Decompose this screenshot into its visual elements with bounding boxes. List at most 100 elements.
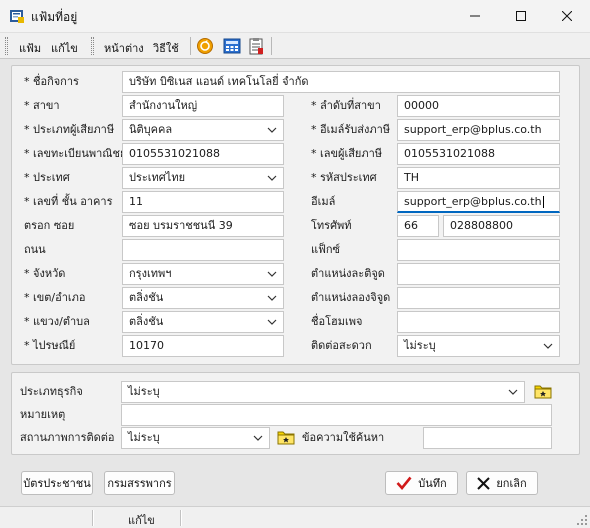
chevron-down-icon: [267, 271, 277, 277]
email-field[interactable]: support_erp@bplus.co.th: [397, 191, 560, 213]
app-icon: [10, 10, 24, 23]
search-text-label: ข้อความใช้ค้นหา: [302, 431, 385, 444]
phone-number-field[interactable]: 028808800: [443, 215, 560, 237]
email-value: support_erp@bplus.co.th: [404, 195, 542, 208]
menu-toolbar: แฟ้ม แก้ไข หน้าต่าง วิธีใช้: [0, 33, 590, 59]
email-label: อีเมล์: [311, 195, 336, 208]
fax-field[interactable]: [397, 239, 560, 261]
subdistrict-label: * แขวง/ตำบล: [24, 315, 90, 328]
latitude-label: ตำแหน่งละติจูด: [311, 267, 385, 280]
phone-area-field[interactable]: 66: [397, 215, 439, 237]
chevron-down-icon: [267, 295, 277, 301]
minimize-button[interactable]: [452, 0, 498, 32]
soi-field[interactable]: ซอย บรมราชชนนี 39: [122, 215, 284, 237]
status-divider: [92, 510, 94, 526]
province-select[interactable]: กรุงเทพฯ: [122, 263, 284, 285]
building-no-field[interactable]: 11: [122, 191, 284, 213]
subdistrict-select[interactable]: ตลิ่งชัน: [122, 311, 284, 333]
road-field[interactable]: [122, 239, 284, 261]
clipboard-icon[interactable]: [247, 37, 265, 55]
taxpayer-no-field[interactable]: 0105531021088: [397, 143, 560, 165]
refresh-icon[interactable]: [196, 37, 214, 55]
cancel-button-label: ยกเลิก: [496, 477, 527, 490]
contact-convenience-label: ติดต่อสะดวก: [311, 339, 372, 352]
district-select[interactable]: ตลิ่งชัน: [122, 287, 284, 309]
contact-status-select[interactable]: ไม่ระบุ: [121, 427, 270, 449]
folder-icon[interactable]: [277, 428, 295, 446]
id-card-button[interactable]: บัตรประชาชน: [21, 471, 93, 495]
company-name-label: * ชื่อกิจการ: [24, 75, 79, 88]
postcode-label: * ไปรษณีย์: [24, 339, 76, 352]
subdistrict-value: ตลิ่งชัน: [129, 315, 164, 328]
company-name-field[interactable]: บริษัท บิซิเนส แอนด์ เทคโนโลยี่ จำกัด: [122, 71, 560, 93]
postcode-field[interactable]: 10170: [122, 335, 284, 357]
menu-help[interactable]: วิธีใช้: [153, 39, 179, 57]
save-button[interactable]: บันทึก: [385, 471, 458, 495]
cancel-button[interactable]: ยกเลิก: [466, 471, 538, 495]
maximize-button[interactable]: [498, 0, 544, 32]
fax-label: แฟ็กซ์: [311, 243, 341, 256]
country-select[interactable]: ประเทศไทย: [122, 167, 284, 189]
close-icon: [562, 11, 572, 21]
taxpayer-type-label: * ประเภทผู้เสียภาษี: [24, 123, 115, 136]
menu-edit[interactable]: แก้ไข: [51, 39, 78, 57]
province-label: * จังหวัด: [24, 267, 66, 280]
homepage-label: ชื่อโฮมเพจ: [311, 315, 363, 328]
country-value: ประเทศไทย: [129, 171, 186, 184]
branch-field[interactable]: สำนักงานใหญ่: [122, 95, 284, 117]
registration-no-field[interactable]: 0105531021088: [122, 143, 284, 165]
taxpayer-type-value: นิติบุคคล: [129, 123, 173, 136]
province-value: กรุงเทพฯ: [129, 267, 172, 280]
contact-status-label: สถานภาพการติดต่อ: [20, 431, 115, 444]
resize-grip-icon[interactable]: [577, 515, 587, 525]
note-label: หมายเหตุ: [20, 408, 66, 421]
phone-label: โทรศัพท์: [311, 219, 352, 232]
note-field[interactable]: [121, 404, 552, 426]
longitude-label: ตำแหน่งลองจิจูด: [311, 291, 391, 304]
longitude-field[interactable]: [397, 287, 560, 309]
status-bar: แก้ไข: [0, 506, 590, 528]
folder-icon[interactable]: [534, 382, 552, 400]
country-label: * ประเทศ: [24, 171, 70, 184]
window-title: แฟ้มที่อยู่: [31, 10, 78, 24]
menu-window[interactable]: หน้าต่าง: [104, 39, 144, 57]
tax-email-label: * อีเมล์รับส่งภาษี: [311, 123, 391, 136]
taxpayer-type-select[interactable]: นิติบุคคล: [122, 119, 284, 141]
country-code-label: * รหัสประเทศ: [311, 171, 377, 184]
toolbar-grip[interactable]: [5, 37, 8, 55]
status-divider: [180, 510, 182, 526]
toolbar-grip[interactable]: [91, 37, 94, 55]
business-type-label: ประเภทธุรกิจ: [20, 385, 83, 398]
close-button[interactable]: [544, 0, 590, 32]
chevron-down-icon: [267, 175, 277, 181]
branch-no-field[interactable]: 00000: [397, 95, 560, 117]
business-type-value: ไม่ระบุ: [128, 385, 160, 398]
road-label: ถนน: [24, 243, 46, 256]
registration-no-label: * เลขทะเบียนพาณิชย์: [24, 147, 127, 160]
maximize-icon: [516, 11, 526, 21]
contact-status-value: ไม่ระบุ: [128, 431, 160, 444]
homepage-field[interactable]: [397, 311, 560, 333]
menu-file[interactable]: แฟ้ม: [19, 39, 41, 57]
toolbar-separator: [190, 37, 191, 55]
chevron-down-icon: [267, 127, 277, 133]
id-card-button-label: บัตรประชาชน: [23, 477, 91, 490]
country-code-field[interactable]: TH: [397, 167, 560, 189]
soi-label: ตรอก ซอย: [24, 219, 75, 232]
contact-convenience-select[interactable]: ไม่ระบุ: [397, 335, 560, 357]
chevron-down-icon: [253, 435, 263, 441]
calculator-icon[interactable]: [223, 37, 241, 55]
contact-convenience-value: ไม่ระบุ: [404, 339, 436, 352]
check-icon: [396, 476, 412, 490]
search-text-field[interactable]: [423, 427, 552, 449]
district-label: * เขต/อำเภอ: [24, 291, 86, 304]
revenue-dept-button[interactable]: กรมสรรพากร: [104, 471, 175, 495]
tax-email-field[interactable]: support_erp@bplus.co.th: [397, 119, 560, 141]
chevron-down-icon: [267, 319, 277, 325]
business-type-select[interactable]: ไม่ระบุ: [121, 381, 525, 403]
taxpayer-no-label: * เลขผู้เสียภาษี: [311, 147, 383, 160]
chevron-down-icon: [508, 389, 518, 395]
text-caret: [542, 196, 544, 208]
latitude-field[interactable]: [397, 263, 560, 285]
title-bar: แฟ้มที่อยู่: [0, 0, 590, 33]
